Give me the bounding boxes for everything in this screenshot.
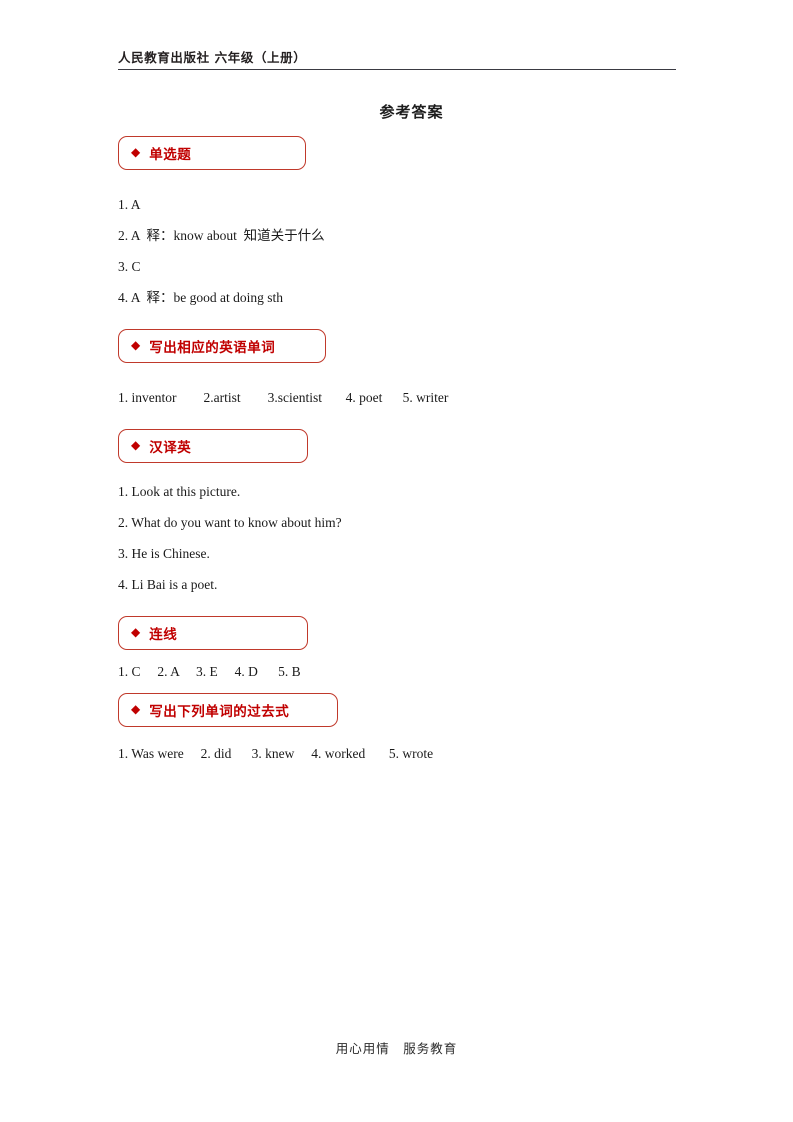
header-publisher-grade: 人民教育出版社 六年级（上册） (118, 50, 307, 65)
page-header: 人民教育出版社 六年级（上册） (118, 50, 676, 70)
diamond-icon: ◆ (131, 338, 141, 352)
diamond-icon: ◆ (131, 145, 141, 159)
answer-line: 1. A (118, 197, 141, 212)
answer-line: 1. C 2. A 3. E 4. D 5. B (118, 664, 301, 679)
section-label: 连线 (149, 627, 178, 643)
header-divider (118, 69, 676, 70)
section-header-guoqushi: ◆ 写出下列单词的过去式 (118, 693, 338, 727)
section-label: 汉译英 (149, 440, 192, 456)
answer-line: 2. A 释：know about 知道关于什么 (118, 228, 325, 243)
answer-line: 1. Look at this picture. (118, 484, 241, 499)
section-header-hanyiying: ◆ 汉译英 (118, 429, 308, 463)
answer-block-1: 1. A 2. A 释：know about 知道关于什么 3. C 4. A … (118, 196, 678, 307)
answers-content: ◆ 单选题 1. A 2. A 释：know about 知道关于什么 3. C… (118, 136, 678, 763)
section-header-xiechu-yingyu-danci: ◆ 写出相应的英语单词 (118, 329, 326, 363)
page-title: 参考答案 (379, 103, 444, 121)
answer-block-5: 1. Was were 2. did 3. knew 4. worked 5. … (118, 745, 678, 763)
section-label: 单选题 (149, 147, 192, 163)
answer-line: 4. Li Bai is a poet. (118, 577, 218, 592)
section-label: 写出相应的英语单词 (149, 340, 276, 356)
answer-line: 4. A 释：be good at doing sth (118, 290, 283, 305)
answer-line: 3. C (118, 259, 141, 274)
diamond-icon: ◆ (131, 438, 141, 452)
page-footer: 用心用情 服务教育 (335, 1041, 458, 1056)
answer-line: 1. inventor 2.artist 3.scientist 4. poet… (118, 390, 449, 405)
answer-line: 1. Was were 2. did 3. knew 4. worked 5. … (118, 746, 434, 761)
answer-block-4: 1. C 2. A 3. E 4. D 5. B (118, 663, 678, 681)
diamond-icon: ◆ (131, 702, 141, 716)
diamond-icon: ◆ (131, 625, 141, 639)
answer-block-2: 1. inventor 2.artist 3.scientist 4. poet… (118, 389, 678, 407)
section-header-danxuanti: ◆ 单选题 (118, 136, 306, 170)
answer-line: 3. He is Chinese. (118, 546, 210, 561)
answer-line: 2. What do you want to know about him? (118, 515, 342, 530)
section-header-lianxian: ◆ 连线 (118, 616, 308, 650)
answer-block-3: 1. Look at this picture. 2. What do you … (118, 483, 678, 594)
section-label: 写出下列单词的过去式 (149, 704, 290, 720)
document-page: 人民教育出版社 六年级（上册） 参考答案 ◆ 单选题 1. A 2. A 释：k… (0, 0, 793, 1122)
